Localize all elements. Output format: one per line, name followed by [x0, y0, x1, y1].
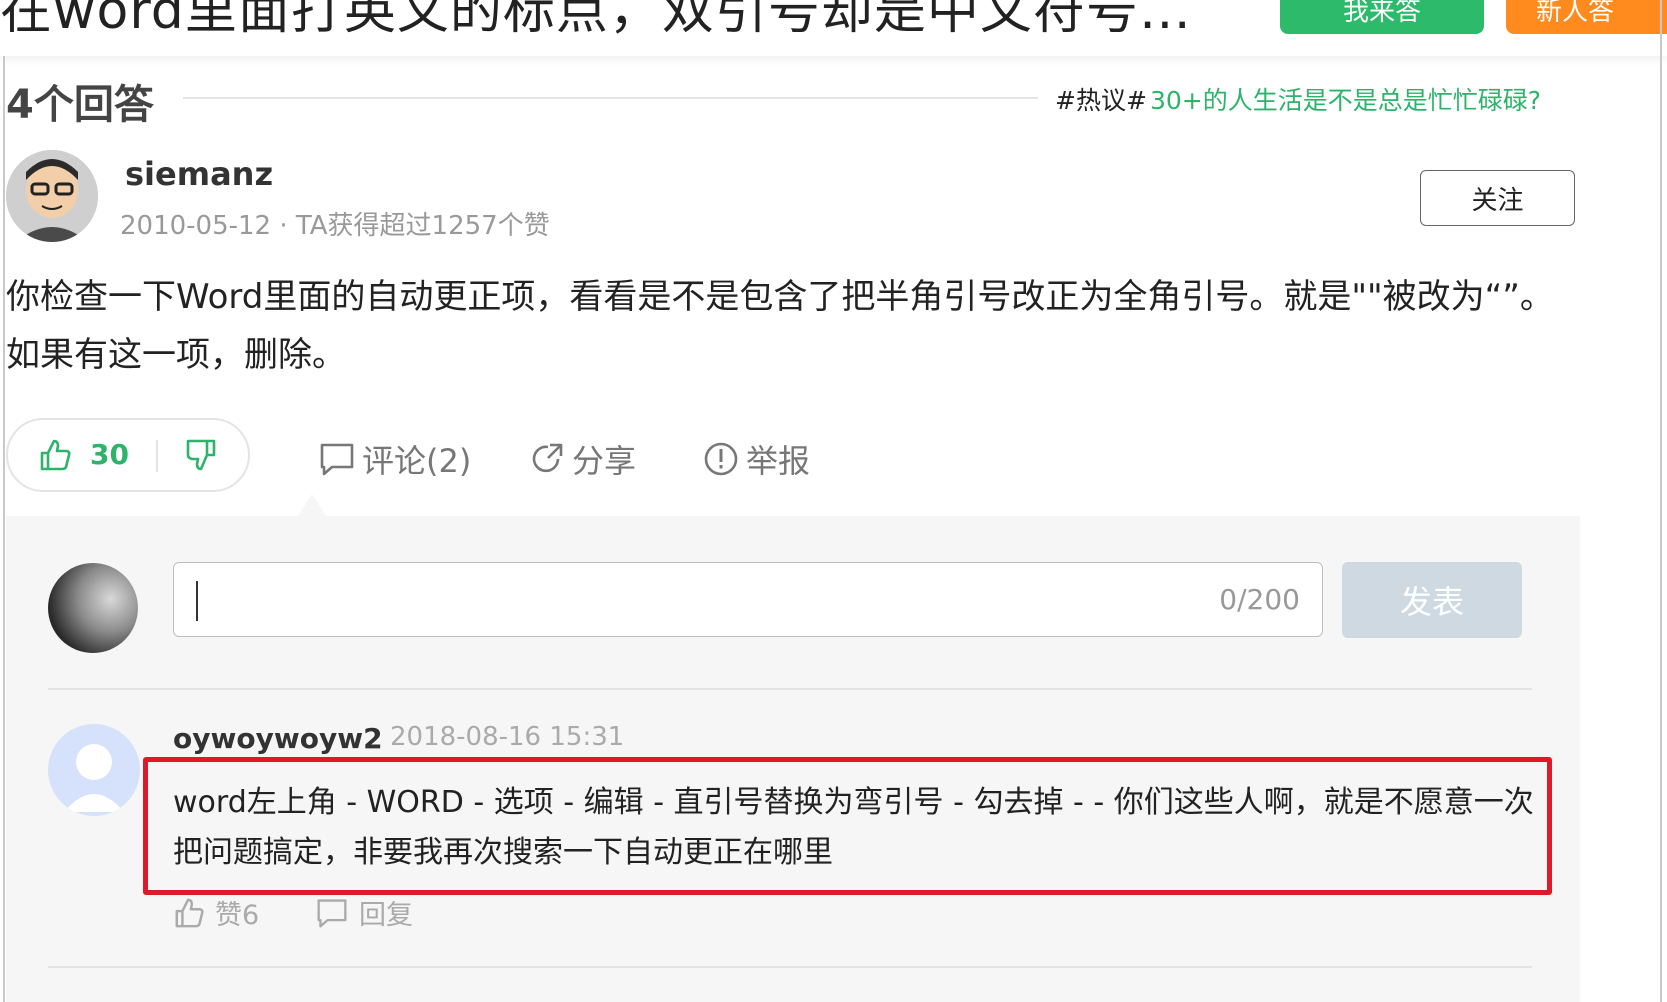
share-action-label: 分享 — [572, 442, 637, 480]
report-icon — [704, 442, 738, 476]
answerer-avatar-image — [6, 150, 98, 242]
comment-action[interactable]: 评论(2) — [318, 436, 471, 482]
comment-input[interactable]: 0/200 — [173, 562, 1323, 637]
follow-button[interactable]: 关注 — [1420, 170, 1575, 226]
report-action-label: 举报 — [746, 442, 811, 480]
comment-bottom-divider — [48, 966, 1532, 968]
like-count: 30 — [90, 438, 129, 471]
comment-action-label: 评论(2) — [362, 442, 472, 480]
thumbs-up-icon[interactable] — [38, 438, 72, 472]
hot-topic-tag: #热议# — [1055, 86, 1147, 115]
section-divider — [183, 97, 1038, 99]
answerer-avatar[interactable] — [6, 150, 98, 242]
answer-button[interactable]: 我来答 — [1280, 0, 1484, 34]
share-action[interactable]: 分享 — [530, 436, 636, 482]
new-user-answer-label: 新人答 — [1536, 0, 1615, 27]
text-cursor — [196, 581, 198, 621]
new-user-answer-button[interactable]: 新人答 — [1506, 0, 1667, 34]
thumbs-down-icon[interactable] — [184, 438, 218, 472]
answerer-name[interactable]: siemanz — [125, 155, 273, 193]
comment-icon — [320, 443, 354, 476]
reply-icon — [317, 898, 347, 927]
right-border — [1660, 0, 1662, 1002]
answer-button-label: 我来答 — [1342, 0, 1421, 27]
post-button-label: 发表 — [1399, 583, 1464, 621]
comment-like-label: 赞6 — [215, 900, 260, 931]
reply-action[interactable]: 回复 — [315, 893, 413, 932]
commenter-name[interactable]: oywoywoyw2 — [173, 722, 383, 755]
reply-label: 回复 — [359, 900, 413, 931]
report-action[interactable]: 举报 — [702, 436, 810, 482]
highlight-box — [143, 757, 1552, 895]
comment-panel-pointer — [298, 494, 326, 516]
left-border — [3, 56, 5, 1002]
comment-like-action[interactable]: 赞6 — [173, 893, 259, 932]
current-user-avatar — [48, 563, 138, 653]
char-counter: 0/200 — [1219, 583, 1300, 616]
thumbs-up-icon — [175, 898, 204, 927]
default-user-icon — [64, 744, 124, 812]
post-button[interactable]: 发表 — [1342, 562, 1522, 638]
answer-meta: 2010-05-12 · TA获得超过1257个赞 — [120, 211, 550, 241]
comment-divider — [48, 688, 1532, 690]
commenter-avatar[interactable] — [48, 724, 140, 816]
top-bar: 在word里面打英文的标点，双引号却是中文符号… 我来答 新人答 — [0, 0, 1667, 56]
hot-topic-link[interactable]: 30+的人生活是不是总是忙忙碌碌? — [1150, 81, 1541, 117]
vote-separator — [156, 440, 158, 472]
follow-button-label: 关注 — [1471, 185, 1524, 216]
question-title: 在word里面打英文的标点，双引号却是中文符号… — [0, 0, 1192, 41]
answer-text: 你检查一下Word里面的自动更正项，看看是不是包含了把半角引号改正为全角引号。就… — [6, 277, 1554, 375]
comment-time: 2018-08-16 15:31 — [390, 722, 625, 752]
vote-control: 30 — [6, 418, 250, 492]
share-icon — [532, 443, 563, 473]
answers-count: 4个回答 — [6, 82, 154, 128]
